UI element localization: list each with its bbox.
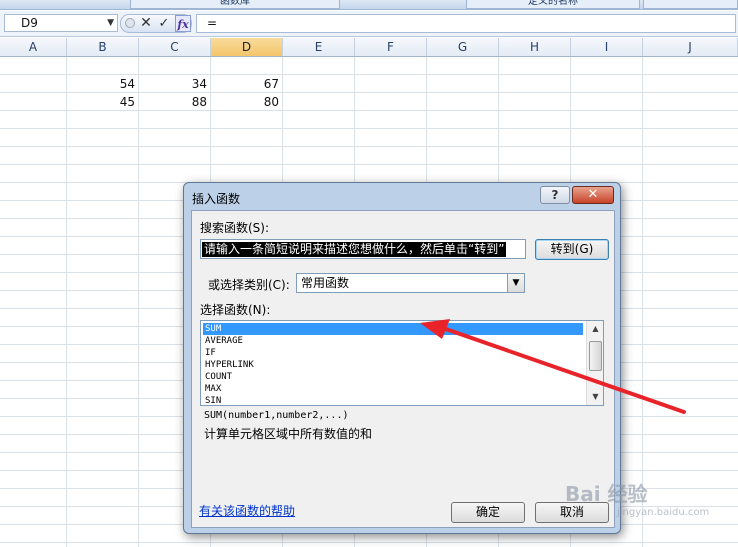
function-item-max[interactable]: MAX bbox=[203, 383, 583, 395]
column-header[interactable]: A bbox=[0, 38, 67, 56]
scroll-down-icon[interactable]: ▼ bbox=[588, 389, 603, 404]
column-headers: A B C D E F G H I J bbox=[0, 38, 738, 57]
dialog-title: 插入函数 bbox=[192, 192, 241, 206]
search-input[interactable]: 请输入一条简短说明来描述您想做什么，然后单击“转到” bbox=[200, 239, 526, 259]
gridline bbox=[138, 57, 139, 547]
name-box-value: D9 bbox=[21, 16, 38, 30]
watermark-logo: Bai 经验 bbox=[565, 482, 648, 506]
ribbon-group-function-library[interactable]: 函数库 bbox=[130, 0, 340, 9]
column-header[interactable]: G bbox=[427, 38, 499, 56]
column-header[interactable]: C bbox=[139, 38, 211, 56]
function-help-link[interactable]: 有关该函数的帮助 bbox=[199, 502, 295, 519]
chevron-down-icon[interactable]: ▼ bbox=[107, 15, 114, 31]
list-scrollbar[interactable]: ▲ ▼ bbox=[586, 321, 603, 405]
enter-formula-button[interactable]: ✓ bbox=[157, 15, 171, 32]
ribbon-group-defined-names[interactable]: 定义的名称 bbox=[466, 0, 640, 9]
search-input-text: 请输入一条简短说明来描述您想做什么，然后单击“转到” bbox=[202, 242, 507, 257]
function-label: 选择函数(N): bbox=[200, 303, 271, 317]
column-header[interactable]: H bbox=[499, 38, 571, 56]
gridline bbox=[0, 164, 738, 165]
function-item-if[interactable]: IF bbox=[203, 347, 583, 359]
gridline bbox=[642, 57, 643, 547]
category-label: 或选择类别(C): bbox=[208, 278, 290, 292]
column-header[interactable]: B bbox=[67, 38, 139, 56]
function-item-average[interactable]: AVERAGE bbox=[203, 335, 583, 347]
column-header[interactable]: I bbox=[571, 38, 643, 56]
cell-c3[interactable]: 34 bbox=[139, 75, 210, 93]
circle-icon bbox=[125, 18, 135, 28]
cell-d3[interactable]: 67 bbox=[211, 75, 282, 93]
function-syntax: SUM(number1,number2,...) bbox=[204, 410, 349, 421]
column-header[interactable]: F bbox=[355, 38, 427, 56]
gridline bbox=[0, 542, 738, 543]
ok-button[interactable]: 确定 bbox=[451, 502, 525, 523]
goto-button[interactable]: 转到(G) bbox=[535, 239, 609, 260]
column-header-selected[interactable]: D bbox=[211, 38, 283, 56]
ribbon-group-extra[interactable] bbox=[643, 0, 738, 9]
category-value: 常用函数 bbox=[301, 276, 350, 290]
function-item-sum[interactable]: SUM bbox=[203, 323, 583, 335]
column-header[interactable]: E bbox=[283, 38, 355, 56]
scrollbar-thumb[interactable] bbox=[589, 341, 602, 371]
function-description: 计算单元格区域中所有数值的和 bbox=[204, 427, 373, 441]
cell-b4[interactable]: 45 bbox=[67, 93, 138, 111]
dialog-help-button[interactable]: ? bbox=[540, 186, 570, 204]
cancel-formula-button[interactable]: ✕ bbox=[139, 15, 153, 32]
function-item-sin[interactable]: SIN bbox=[203, 395, 583, 407]
dialog-body: 搜索函数(S): 请输入一条简短说明来描述您想做什么，然后单击“转到” 转到(G… bbox=[191, 210, 615, 528]
formula-buttons: ✕ ✓ fx bbox=[120, 14, 192, 33]
function-item-hyperlink[interactable]: HYPERLINK bbox=[203, 359, 583, 371]
cell-c4[interactable]: 88 bbox=[139, 93, 210, 111]
chevron-down-icon[interactable]: ▼ bbox=[507, 274, 524, 292]
insert-function-button[interactable]: fx bbox=[175, 15, 191, 32]
watermark-url: jingyan.baidu.com bbox=[617, 507, 710, 518]
name-box[interactable]: D9 ▼ bbox=[4, 14, 118, 32]
formula-input[interactable]: = bbox=[196, 14, 736, 33]
cell-b3[interactable]: 54 bbox=[67, 75, 138, 93]
column-header[interactable]: J bbox=[643, 38, 738, 56]
scroll-up-icon[interactable]: ▲ bbox=[588, 321, 603, 336]
search-label: 搜索函数(S): bbox=[200, 221, 270, 235]
formula-bar: D9 ▼ ✕ ✓ fx = bbox=[0, 11, 738, 37]
gridline bbox=[66, 57, 67, 547]
category-select[interactable]: 常用函数 ▼ bbox=[296, 273, 525, 293]
function-item-count[interactable]: COUNT bbox=[203, 371, 583, 383]
cell-d4[interactable]: 80 bbox=[211, 93, 282, 111]
ribbon-strip: 函数库 定义的名称 bbox=[0, 0, 738, 10]
gridline bbox=[0, 146, 738, 147]
gridline bbox=[0, 128, 738, 129]
dialog-close-button[interactable]: ✕ bbox=[572, 186, 614, 204]
insert-function-dialog: 插入函数 ? ✕ 搜索函数(S): 请输入一条简短说明来描述您想做什么，然后单击… bbox=[183, 182, 621, 534]
function-list[interactable]: SUM AVERAGE IF HYPERLINK COUNT MAX SIN ▲… bbox=[200, 320, 604, 406]
